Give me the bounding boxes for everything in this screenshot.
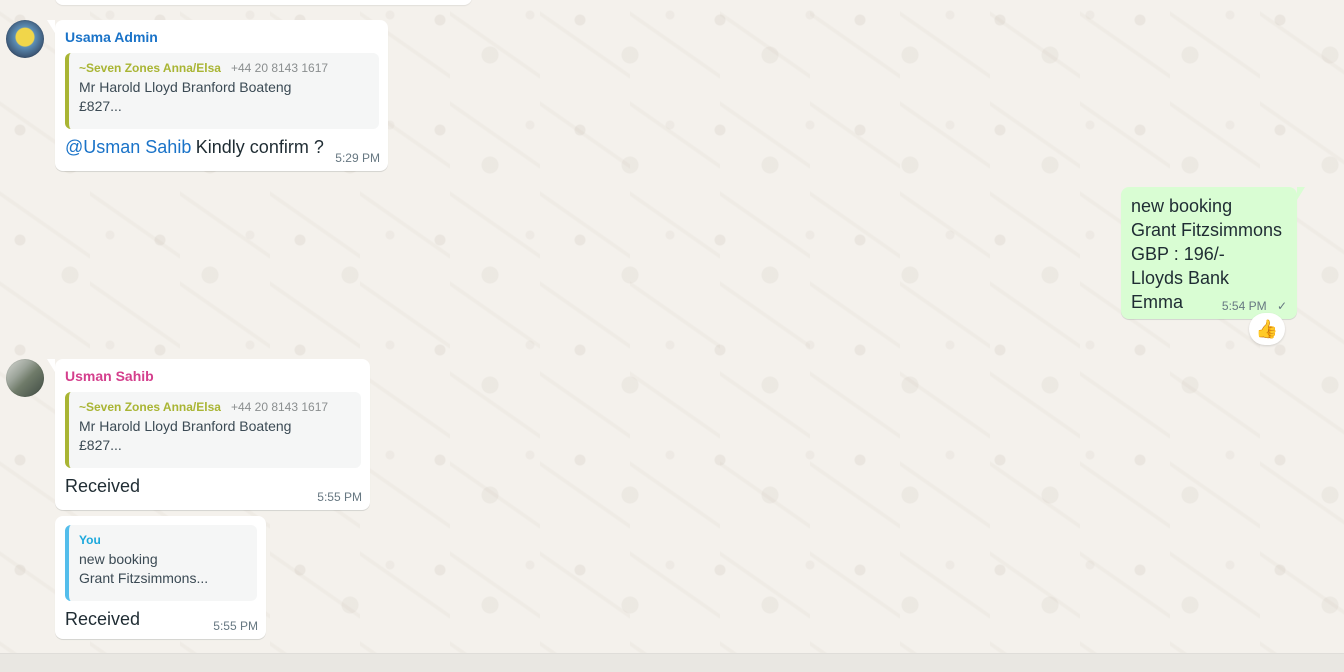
quoted-message-header: ~Seven Zones Anna/Elsa +44 20 8143 1617 xyxy=(79,60,369,76)
quoted-sender-name: ~Seven Zones Anna/Elsa xyxy=(79,61,221,75)
quoted-message-header: You xyxy=(79,532,247,548)
quoted-sender-name: You xyxy=(79,533,101,547)
quoted-message-text: new booking Grant Fitzsimmons... xyxy=(79,551,209,586)
message-sender-name: Usman Sahib xyxy=(65,368,154,384)
outgoing-message[interactable]: new booking Grant Fitzsimmons GBP : 196/… xyxy=(1121,187,1305,319)
outgoing-message-meta: 5:54 PM ✓ xyxy=(1222,299,1287,313)
usama-admin-message[interactable]: Usama Admin ~Seven Zones Anna/Elsa +44 2… xyxy=(47,20,388,171)
outgoing-message-time: 5:54 PM xyxy=(1221,299,1267,313)
usman-sahib-message-1[interactable]: Usman Sahib ~Seven Zones Anna/Elsa +44 2… xyxy=(47,359,370,510)
quoted-message-text: Mr Harold Lloyd Branford Boateng £827... xyxy=(79,418,292,453)
quoted-sender-name: ~Seven Zones Anna/Elsa xyxy=(79,400,221,414)
previous-message-fragment xyxy=(55,0,472,5)
quoted-message[interactable]: ~Seven Zones Anna/Elsa +44 20 8143 1617 … xyxy=(65,392,361,468)
quoted-message[interactable]: ~Seven Zones Anna/Elsa +44 20 8143 1617 … xyxy=(65,53,379,129)
usman-sahib-message-2[interactable]: You new booking Grant Fitzsimmons... Rec… xyxy=(55,516,266,639)
message-time: 5:29 PM xyxy=(335,151,380,165)
quoted-sender-phone: +44 20 8143 1617 xyxy=(230,61,329,75)
message-time: 5:55 PM xyxy=(213,619,258,633)
usman-sahib-avatar[interactable] xyxy=(6,359,44,397)
quoted-message-header: ~Seven Zones Anna/Elsa +44 20 8143 1617 xyxy=(79,399,351,415)
checkmark-icon: ✓ xyxy=(1276,299,1287,313)
partial-composer-text xyxy=(578,659,668,671)
quoted-message-text: Mr Harold Lloyd Branford Boateng £827... xyxy=(79,79,292,114)
reaction-thumbs-up-icon[interactable]: 👍 xyxy=(1249,313,1285,345)
mention-link[interactable]: @Usman Sahib xyxy=(65,135,191,159)
quoted-message[interactable]: You new booking Grant Fitzsimmons... xyxy=(65,525,257,601)
quoted-sender-phone: +44 20 8143 1617 xyxy=(230,400,329,414)
message-body: @Usman Sahib Kindly confirm ? xyxy=(65,135,379,159)
message-text: Received xyxy=(65,476,141,496)
usama-admin-avatar[interactable] xyxy=(6,20,44,58)
message-text: Received xyxy=(65,609,141,629)
message-text: Kindly confirm ? xyxy=(195,137,324,157)
composer-area-fragment xyxy=(0,653,1344,672)
outgoing-message-text: new booking Grant Fitzsimmons GBP : 196/… xyxy=(1131,196,1283,312)
message-time: 5:55 PM xyxy=(317,490,362,504)
message-sender-name: Usama Admin xyxy=(65,29,158,45)
